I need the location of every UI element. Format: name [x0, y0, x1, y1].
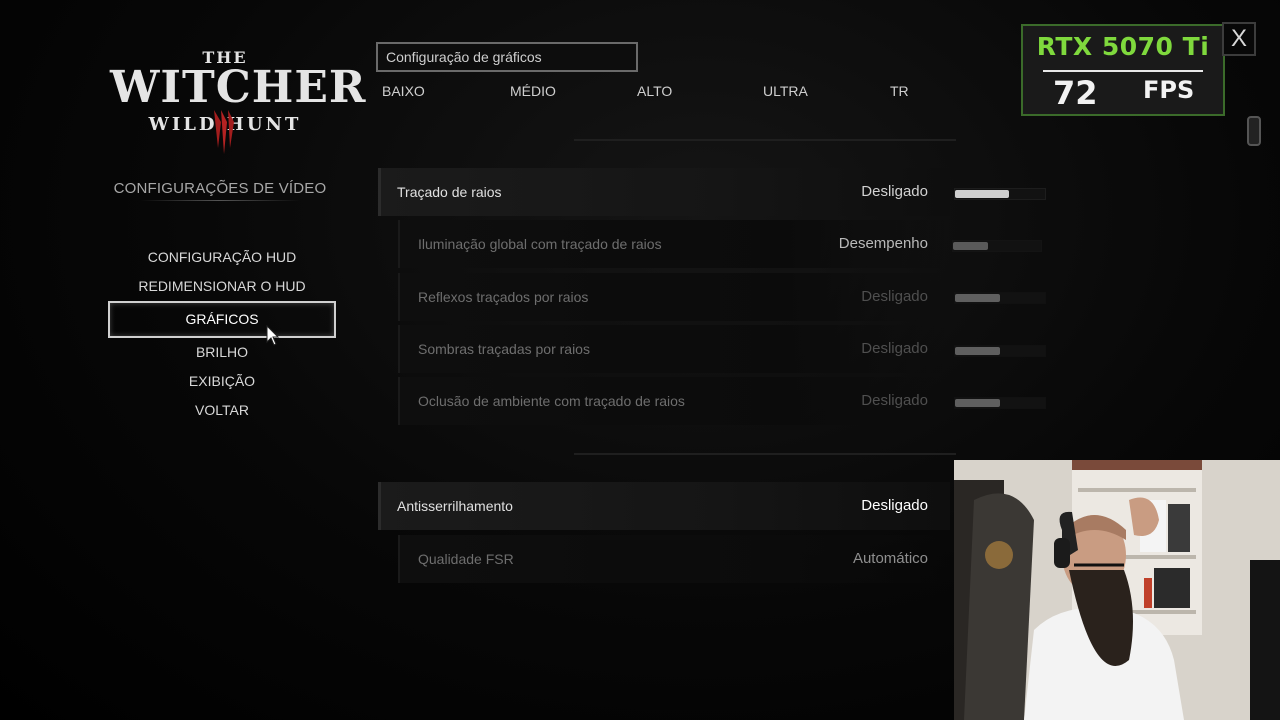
- fps-unit: FPS: [1143, 76, 1195, 104]
- menu-item-resize-hud[interactable]: REDIMENSIONAR O HUD: [110, 272, 334, 301]
- game-settings-screen: THE WITCHER WILD HUNT CONFIGURAÇÕES DE V…: [0, 0, 1280, 720]
- setting-value: Desligado: [861, 288, 928, 305]
- menu-item-hud-config[interactable]: CONFIGURAÇÃO HUD: [110, 243, 334, 272]
- setting-ray-tracing[interactable]: Traçado de raios Desligado: [378, 168, 950, 216]
- fps-overlay: RTX 5070 Ti 72 FPS: [1021, 24, 1225, 116]
- menu-item-brightness[interactable]: BRILHO: [110, 338, 334, 367]
- setting-rt-ambient-occlusion[interactable]: Oclusão de ambiente com traçado de raios…: [398, 377, 950, 425]
- mouse-cursor-icon: [266, 325, 280, 346]
- setting-value: Desligado: [861, 340, 928, 357]
- slider-fill: [953, 242, 989, 250]
- setting-label: Reflexos traçados por raios: [418, 289, 589, 305]
- setting-value: Desempenho: [838, 235, 928, 252]
- setting-label: Iluminação global com traçado de raios: [418, 236, 662, 252]
- webcam-feed: [954, 460, 1280, 720]
- slider-fill: [955, 347, 1000, 355]
- section-underline: [140, 200, 300, 201]
- preset-low[interactable]: BAIXO: [382, 83, 425, 99]
- preset-rt[interactable]: TR: [890, 83, 909, 99]
- setting-antialiasing[interactable]: Antisserrilhamento Desligado: [378, 482, 950, 530]
- menu-item-back[interactable]: VOLTAR: [110, 396, 334, 425]
- setting-value: Automático: [852, 550, 928, 567]
- settings-menu: CONFIGURAÇÃO HUD REDIMENSIONAR O HUD GRÁ…: [108, 243, 336, 425]
- rt-shadows-slider[interactable]: [954, 345, 1046, 357]
- rt-reflections-slider[interactable]: [954, 292, 1046, 304]
- rt-gi-slider[interactable]: [952, 240, 1042, 252]
- setting-value: Desligado: [861, 392, 928, 409]
- setting-label: Oclusão de ambiente com traçado de raios: [418, 393, 685, 409]
- slider-fill: [955, 294, 1000, 302]
- rt-ao-slider[interactable]: [954, 397, 1046, 409]
- setting-value: Desligado: [861, 183, 928, 200]
- section-title: CONFIGURAÇÕES DE VÍDEO: [113, 180, 327, 197]
- setting-rt-global-illumination[interactable]: Iluminação global com traçado de raios D…: [398, 220, 950, 268]
- setting-value: Desligado: [861, 497, 928, 514]
- menu-item-graphics[interactable]: GRÁFICOS: [108, 301, 336, 338]
- preset-high[interactable]: ALTO: [637, 83, 672, 99]
- section-divider: [574, 139, 956, 141]
- slider-fill: [955, 190, 1009, 198]
- close-button[interactable]: X: [1222, 22, 1256, 56]
- wolf-claw-emblem-icon: [214, 110, 234, 154]
- overlay-divider: [1043, 70, 1203, 72]
- preset-medium[interactable]: MÉDIO: [510, 83, 556, 99]
- slider-fill: [955, 399, 1000, 407]
- setting-label: Traçado de raios: [397, 184, 502, 200]
- setting-fsr-quality[interactable]: Qualidade FSR Automático: [398, 535, 950, 583]
- fps-value: 72: [1053, 74, 1098, 112]
- setting-label: Sombras traçadas por raios: [418, 341, 590, 357]
- ray-tracing-slider[interactable]: [954, 188, 1046, 200]
- graphics-preset-dropdown[interactable]: Configuração de gráficos: [376, 42, 638, 72]
- game-logo: THE WITCHER WILD HUNT: [110, 46, 367, 156]
- section-divider: [574, 453, 956, 455]
- setting-label: Qualidade FSR: [418, 551, 514, 567]
- menu-item-display[interactable]: EXIBIÇÃO: [110, 367, 334, 396]
- preset-ultra[interactable]: ULTRA: [763, 83, 808, 99]
- close-icon: X: [1230, 25, 1247, 52]
- logo-main-text: WITCHER: [110, 62, 367, 113]
- setting-rt-reflections[interactable]: Reflexos traçados por raios Desligado: [398, 273, 950, 321]
- settings-scrollbar[interactable]: [1247, 116, 1261, 146]
- setting-rt-shadows[interactable]: Sombras traçadas por raios Desligado: [398, 325, 950, 373]
- setting-label: Antisserrilhamento: [397, 498, 513, 514]
- gpu-name: RTX 5070 Ti: [1036, 32, 1210, 61]
